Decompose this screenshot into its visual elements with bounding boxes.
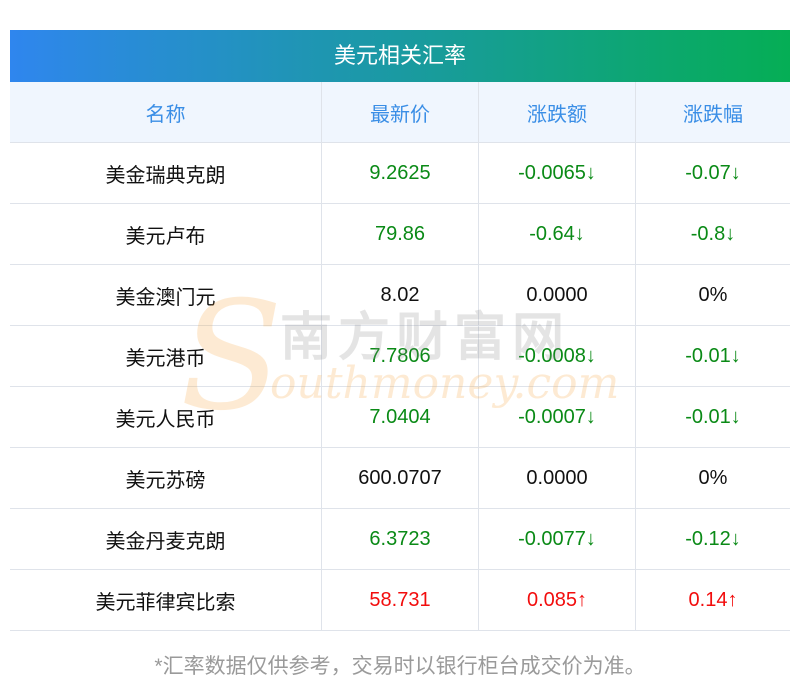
latest-price: 7.7806 bbox=[321, 325, 479, 387]
change-percent: -0.8↓ bbox=[635, 203, 790, 265]
change-percent: 0% bbox=[635, 264, 790, 326]
table-row[interactable]: 美金瑞典克朗 9.2625 -0.0065↓ -0.07↓ bbox=[10, 142, 790, 204]
currency-name: 美金丹麦克朗 bbox=[10, 508, 322, 570]
change-percent: 0% bbox=[635, 447, 790, 509]
change-percent: -0.12↓ bbox=[635, 508, 790, 570]
currency-name: 美金瑞典克朗 bbox=[10, 142, 322, 204]
latest-price: 79.86 bbox=[321, 203, 479, 265]
table-row[interactable]: 美金澳门元 8.02 0.0000 0% bbox=[10, 264, 790, 326]
change-percent: -0.01↓ bbox=[635, 386, 790, 448]
latest-price: 600.0707 bbox=[321, 447, 479, 509]
currency-name: 美元港币 bbox=[10, 325, 322, 387]
exchange-rate-table: 名称 最新价 涨跌额 涨跌幅 美金瑞典克朗 9.2625 -0.0065↓ -0.07… bbox=[10, 82, 790, 631]
change-percent: -0.01↓ bbox=[635, 325, 790, 387]
change-amount: -0.0077↓ bbox=[478, 508, 636, 570]
change-amount: -0.64↓ bbox=[478, 203, 636, 265]
currency-name: 美元菲律宾比索 bbox=[10, 569, 322, 631]
currency-name: 美元人民币 bbox=[10, 386, 322, 448]
change-amount: -0.0065↓ bbox=[478, 142, 636, 204]
column-header-price: 最新价 bbox=[321, 82, 479, 143]
table-row[interactable]: 美元人民币 7.0404 -0.0007↓ -0.01↓ bbox=[10, 386, 790, 448]
currency-name: 美元苏磅 bbox=[10, 447, 322, 509]
disclaimer-text: *汇率数据仅供参考，交易时以银行柜台成交价为准。 bbox=[154, 655, 646, 678]
change-amount: -0.0008↓ bbox=[478, 325, 636, 387]
change-amount: 0.0000 bbox=[478, 264, 636, 326]
table-row[interactable]: 美元港币 7.7806 -0.0008↓ -0.01↓ bbox=[10, 325, 790, 387]
table-row[interactable]: 美金丹麦克朗 6.3723 -0.0077↓ -0.12↓ bbox=[10, 508, 790, 570]
change-amount: -0.0007↓ bbox=[478, 386, 636, 448]
latest-price: 7.0404 bbox=[321, 386, 479, 448]
change-amount: 0.085↑ bbox=[478, 569, 636, 631]
column-header-name: 名称 bbox=[10, 82, 322, 143]
latest-price: 6.3723 bbox=[321, 508, 479, 570]
table-row[interactable]: 美元卢布 79.86 -0.64↓ -0.8↓ bbox=[10, 203, 790, 265]
latest-price: 8.02 bbox=[321, 264, 479, 326]
currency-name: 美金澳门元 bbox=[10, 264, 322, 326]
table-title: 美元相关汇率 bbox=[10, 30, 790, 82]
change-percent: -0.07↓ bbox=[635, 142, 790, 204]
column-header-percent: 涨跌幅 bbox=[635, 82, 790, 143]
column-header-change: 涨跌额 bbox=[478, 82, 636, 143]
table-row[interactable]: 美元菲律宾比索 58.731 0.085↑ 0.14↑ bbox=[10, 569, 790, 631]
table-header-row: 名称 最新价 涨跌额 涨跌幅 bbox=[10, 82, 790, 143]
latest-price: 9.2625 bbox=[321, 142, 479, 204]
currency-name: 美元卢布 bbox=[10, 203, 322, 265]
table-row[interactable]: 美元苏磅 600.0707 0.0000 0% bbox=[10, 447, 790, 509]
change-percent: 0.14↑ bbox=[635, 569, 790, 631]
latest-price: 58.731 bbox=[321, 569, 479, 631]
change-amount: 0.0000 bbox=[478, 447, 636, 509]
